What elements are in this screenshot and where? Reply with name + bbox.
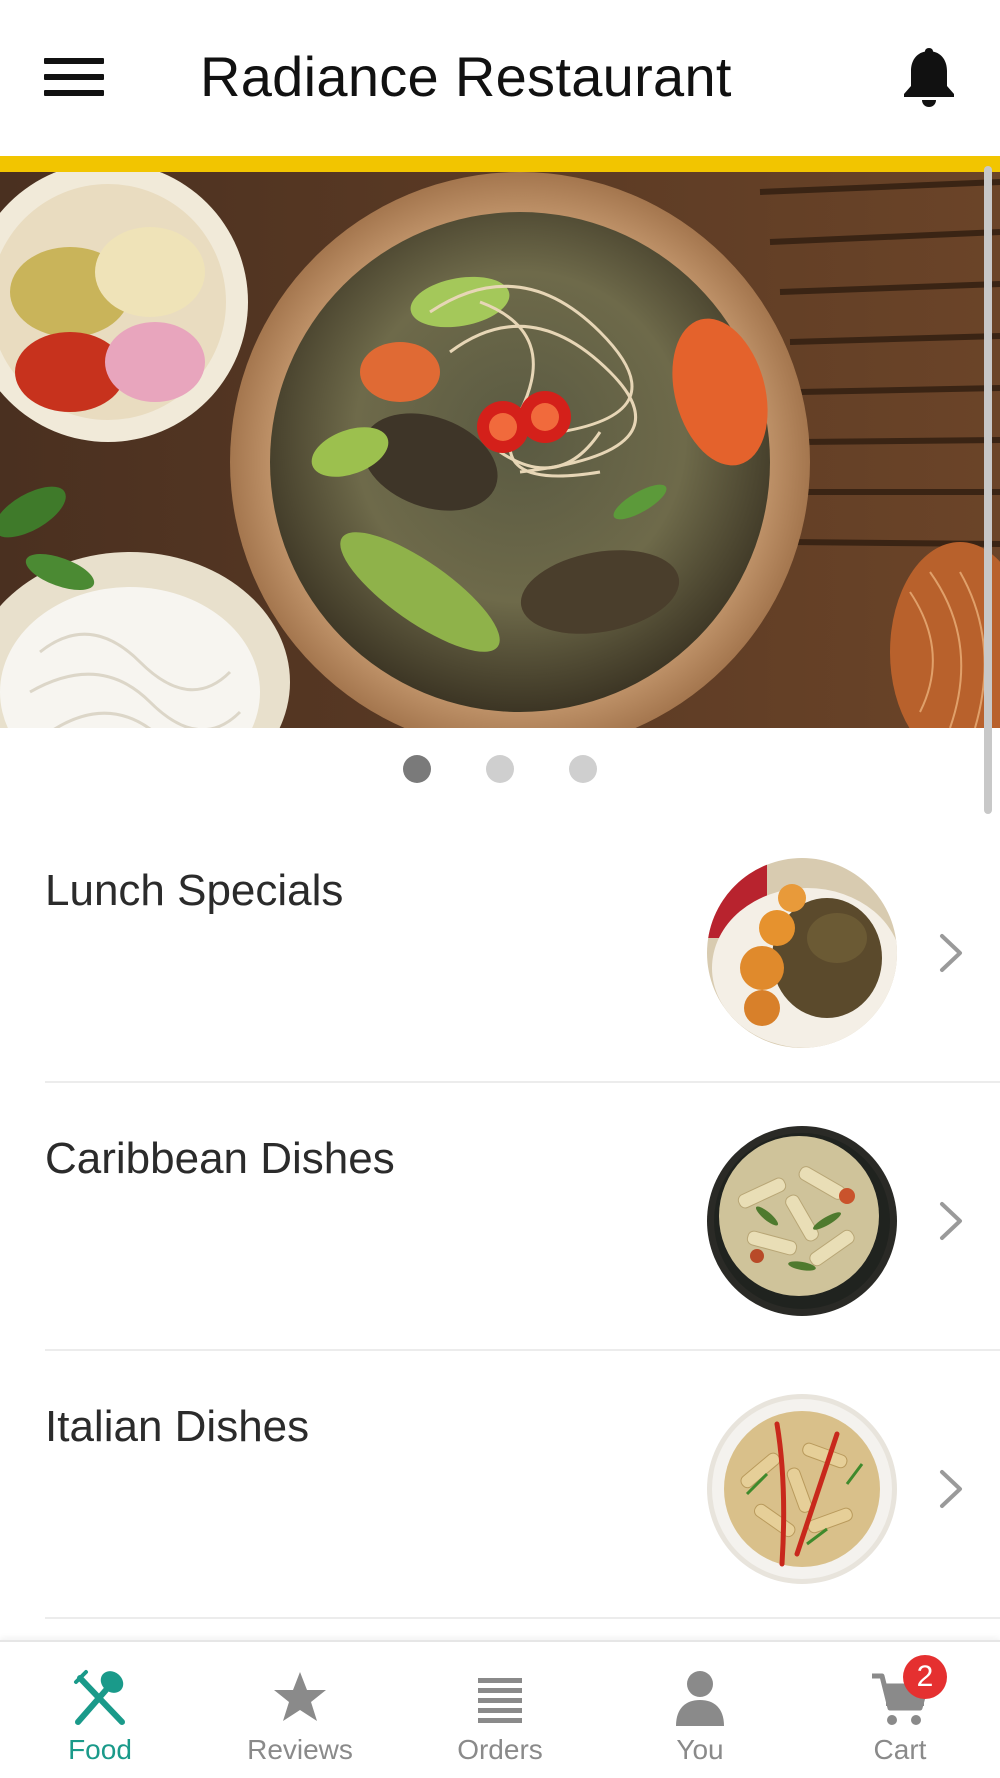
lunch-specials-image bbox=[707, 858, 897, 1048]
star-icon bbox=[274, 1672, 326, 1721]
divider bbox=[45, 1081, 1000, 1083]
italian-dishes-image bbox=[707, 1394, 897, 1584]
tab-label: You bbox=[676, 1734, 724, 1765]
caribbean-dishes-image bbox=[707, 1126, 897, 1316]
menu-item-italian-dishes[interactable]: Italian Dishes bbox=[0, 1370, 1000, 1638]
hero-food-image bbox=[0, 172, 1000, 728]
tab-label: Reviews bbox=[247, 1734, 353, 1765]
app-header: Radiance Restaurant bbox=[0, 0, 1000, 156]
divider bbox=[45, 1349, 1000, 1351]
menu-item-label: Caribbean Dishes bbox=[45, 1134, 395, 1183]
cart-badge: 2 bbox=[903, 1655, 947, 1699]
menu-item-label: Lunch Specials bbox=[45, 866, 344, 915]
page-title: Radiance Restaurant bbox=[200, 45, 732, 108]
carousel-pagination bbox=[0, 755, 1000, 783]
tab-food[interactable]: Food bbox=[0, 1642, 200, 1778]
divider bbox=[45, 1617, 1000, 1619]
hamburger-menu-icon[interactable] bbox=[44, 56, 104, 98]
menu-item-caribbean-dishes[interactable]: Caribbean Dishes bbox=[0, 1102, 1000, 1370]
tab-orders[interactable]: Orders bbox=[400, 1642, 600, 1778]
hero-carousel[interactable] bbox=[0, 172, 1000, 728]
bottom-navigation: Food Reviews Orders You Cart bbox=[0, 1640, 1000, 1778]
tab-reviews[interactable]: Reviews bbox=[200, 1642, 400, 1778]
chevron-right-icon[interactable] bbox=[936, 1198, 966, 1244]
scrollbar[interactable] bbox=[984, 166, 992, 814]
carousel-dot-2[interactable] bbox=[486, 755, 514, 783]
tab-label: Food bbox=[68, 1734, 132, 1765]
menu-item-label: Italian Dishes bbox=[45, 1402, 310, 1451]
tab-label: Orders bbox=[457, 1734, 543, 1765]
tab-label: Cart bbox=[873, 1734, 927, 1765]
carousel-dot-3[interactable] bbox=[569, 755, 597, 783]
user-icon bbox=[676, 1671, 724, 1726]
tab-you[interactable]: You bbox=[600, 1642, 800, 1778]
chevron-right-icon[interactable] bbox=[936, 1466, 966, 1512]
list-icon bbox=[478, 1678, 522, 1723]
header-accent-bar bbox=[0, 156, 1000, 172]
fork-spoon-icon bbox=[74, 1670, 125, 1725]
chevron-right-icon[interactable] bbox=[936, 930, 966, 976]
tab-cart[interactable]: Cart bbox=[800, 1642, 1000, 1778]
menu-item-lunch-specials[interactable]: Lunch Specials bbox=[0, 834, 1000, 1102]
bell-icon[interactable] bbox=[900, 44, 958, 110]
carousel-dot-1[interactable] bbox=[403, 755, 431, 783]
